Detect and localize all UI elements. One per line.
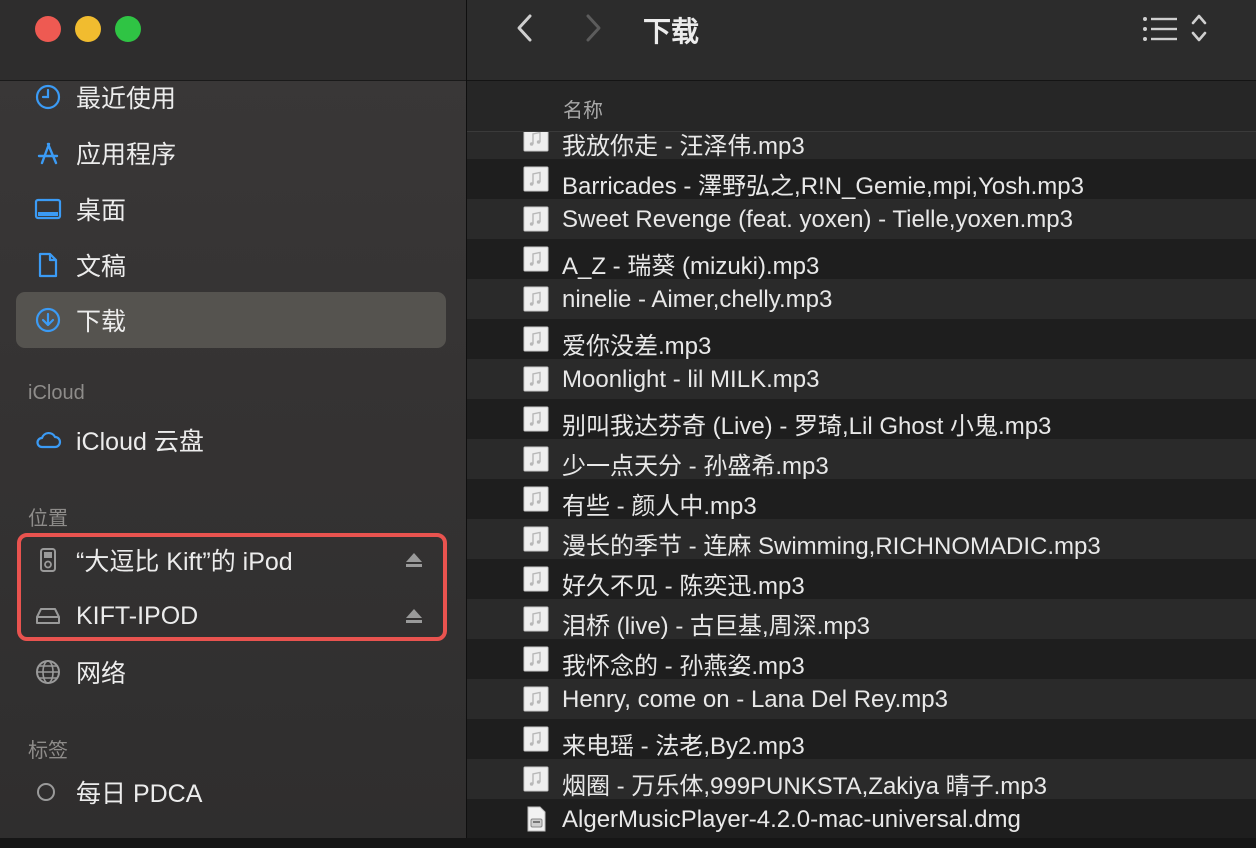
- file-row[interactable]: A_Z - 瑞葵 (mizuki).mp3: [467, 239, 1256, 280]
- list-view-icon[interactable]: [1141, 14, 1181, 44]
- window-titlebar: [0, 0, 466, 81]
- close-window-button[interactable]: [35, 16, 61, 42]
- sidebar-item-network[interactable]: 网络: [16, 646, 446, 698]
- file-row[interactable]: Moonlight - lil MILK.mp3: [467, 359, 1256, 399]
- file-name: ninelie - Aimer,chelly.mp3: [562, 286, 833, 313]
- file-row[interactable]: 烟圈 - 万乐体,999PUNKSTA,Zakiya 晴子.mp3: [467, 759, 1256, 800]
- sidebar-item-downloads[interactable]: 下载: [16, 292, 446, 348]
- audio-file-icon: [523, 286, 549, 312]
- section-heading-icloud: iCloud: [28, 382, 85, 404]
- file-name: AlgerMusicPlayer-4.2.0-mac-universal.dmg: [562, 806, 1021, 833]
- audio-file-icon: [523, 206, 549, 232]
- file-browser-pane: 下载 名称 我放你走 - 汪泽伟.mp3 Barricades - 澤野弘之,R!…: [467, 0, 1256, 838]
- zoom-window-button[interactable]: [115, 16, 141, 42]
- sidebar-item-label: 桌面: [76, 197, 127, 225]
- audio-file-icon: [523, 526, 549, 552]
- audio-file-icon: [523, 606, 549, 632]
- file-row[interactable]: Barricades - 澤野弘之,R!N_Gemie,mpi,Yosh.mp3: [467, 159, 1256, 200]
- back-button[interactable]: [513, 12, 537, 44]
- file-row[interactable]: 别叫我达芬奇 (Live) - 罗琦,Lil Ghost 小鬼.mp3: [467, 399, 1256, 440]
- file-name: 有些 - 颜人中.mp3: [562, 493, 757, 520]
- toolbar: 下载: [467, 0, 1256, 81]
- file-name: 少一点天分 - 孙盛希.mp3: [562, 453, 829, 480]
- sidebar-item-label: 应用程序: [76, 141, 177, 169]
- bottom-edge: [0, 838, 1256, 848]
- network-icon: [36, 660, 60, 684]
- sidebar-item-label: 每日 PDCA: [76, 780, 203, 808]
- sidebar-item-documents[interactable]: 文稿: [16, 239, 446, 291]
- file-name: 烟圈 - 万乐体,999PUNKSTA,Zakiya 晴子.mp3: [562, 773, 1047, 800]
- file-name: A_Z - 瑞葵 (mizuki).mp3: [562, 253, 820, 280]
- audio-file-icon: [523, 132, 549, 152]
- audio-file-icon: [523, 486, 549, 512]
- file-name: 漫长的季节 - 连麻 Swimming,RICHNOMADIC.mp3: [562, 533, 1101, 560]
- file-row[interactable]: AlgerMusicPlayer-4.2.0-mac-universal.dmg: [467, 799, 1256, 838]
- section-heading-locations: 位置: [28, 508, 68, 530]
- sidebar: 最近使用 应用程序 桌面 文稿 下载 iCloud iCloud 云盘 位置 “…: [0, 0, 466, 838]
- file-name: 别叫我达芬奇 (Live) - 罗琦,Lil Ghost 小鬼.mp3: [562, 413, 1052, 440]
- file-row[interactable]: Sweet Revenge (feat. yoxen) - Tielle,yox…: [467, 199, 1256, 239]
- file-row[interactable]: 有些 - 颜人中.mp3: [467, 479, 1256, 520]
- file-row[interactable]: 好久不见 - 陈奕迅.mp3: [467, 559, 1256, 600]
- file-name: Sweet Revenge (feat. yoxen) - Tielle,yox…: [562, 206, 1073, 233]
- sidebar-item-label: 网络: [76, 660, 127, 688]
- sidebar-item-label: 下载: [76, 308, 127, 336]
- audio-file-icon: [523, 166, 549, 192]
- sidebar-item-label: iCloud 云盘: [76, 428, 204, 456]
- audio-file-icon: [523, 726, 549, 752]
- file-name: Barricades - 澤野弘之,R!N_Gemie,mpi,Yosh.mp3: [562, 173, 1084, 200]
- file-row[interactable]: 少一点天分 - 孙盛希.mp3: [467, 439, 1256, 480]
- audio-file-icon: [523, 246, 549, 272]
- audio-file-icon: [523, 406, 549, 432]
- audio-file-icon: [523, 646, 549, 672]
- minimize-window-button[interactable]: [75, 16, 101, 42]
- sidebar-item-desktop[interactable]: 桌面: [16, 183, 446, 235]
- download-icon: [35, 307, 61, 333]
- file-name: 爱你没差.mp3: [562, 333, 712, 360]
- window-title: 下载: [643, 16, 700, 47]
- audio-file-icon: [523, 366, 549, 392]
- file-name: Moonlight - lil MILK.mp3: [562, 366, 820, 393]
- forward-button[interactable]: [581, 12, 605, 44]
- sidebar-item-icloud-drive[interactable]: iCloud 云盘: [16, 414, 446, 466]
- tag-circle-icon: [37, 783, 55, 801]
- file-row[interactable]: 我怀念的 - 孙燕姿.mp3: [467, 639, 1256, 680]
- file-row[interactable]: 我放你走 - 汪泽伟.mp3: [467, 132, 1256, 160]
- document-icon: [38, 252, 58, 278]
- file-row[interactable]: 泪桥 (live) - 古巨基,周深.mp3: [467, 599, 1256, 640]
- audio-file-icon: [523, 446, 549, 472]
- sidebar-item-label: 文稿: [76, 253, 127, 281]
- clock-icon: [35, 84, 61, 110]
- file-name: 我放你走 - 汪泽伟.mp3: [562, 133, 805, 160]
- file-name: 好久不见 - 陈奕迅.mp3: [562, 573, 805, 600]
- file-name: 泪桥 (live) - 古巨基,周深.mp3: [562, 613, 871, 640]
- file-row[interactable]: 来电瑶 - 法老,By2.mp3: [467, 719, 1256, 760]
- audio-file-icon: [523, 566, 549, 592]
- file-row[interactable]: 爱你没差.mp3: [467, 319, 1256, 360]
- highlight-annotation-box: [17, 533, 447, 641]
- audio-file-icon: [523, 686, 549, 712]
- file-row[interactable]: ninelie - Aimer,chelly.mp3: [467, 279, 1256, 319]
- cloud-icon: [36, 431, 62, 449]
- chevron-updown-icon[interactable]: [1189, 12, 1209, 44]
- column-header-name[interactable]: 名称: [563, 94, 603, 123]
- file-name: 我怀念的 - 孙燕姿.mp3: [562, 653, 805, 680]
- file-row[interactable]: 漫长的季节 - 连麻 Swimming,RICHNOMADIC.mp3: [467, 519, 1256, 560]
- file-row[interactable]: Henry, come on - Lana Del Rey.mp3: [467, 679, 1256, 719]
- sidebar-item-label: 最近使用: [76, 85, 177, 113]
- sidebar-item-recents[interactable]: 最近使用: [16, 71, 446, 123]
- sidebar-item-applications[interactable]: 应用程序: [16, 127, 446, 179]
- column-header[interactable]: 名称: [467, 81, 1256, 132]
- audio-file-icon: [523, 766, 549, 792]
- file-list: 我放你走 - 汪泽伟.mp3 Barricades - 澤野弘之,R!N_Gemi…: [467, 132, 1256, 838]
- sidebar-item-tag-pdca[interactable]: 每日 PDCA: [16, 766, 446, 818]
- section-heading-tags: 标签: [28, 740, 68, 762]
- audio-file-icon: [523, 326, 549, 352]
- disk-image-file-icon: [527, 806, 546, 832]
- apps-icon: [37, 142, 59, 165]
- desktop-icon: [34, 198, 62, 220]
- file-name: Henry, come on - Lana Del Rey.mp3: [562, 686, 948, 713]
- file-name: 来电瑶 - 法老,By2.mp3: [562, 733, 805, 760]
